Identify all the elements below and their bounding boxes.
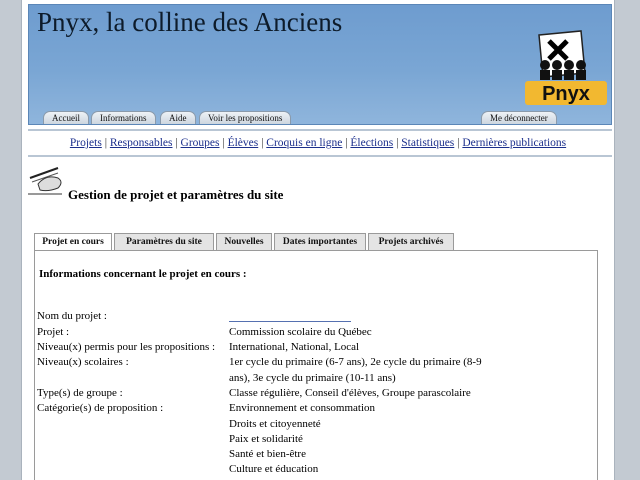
- tab-me-deconnecter[interactable]: Me déconnecter: [481, 111, 557, 124]
- field-value-niveaux-scolaires-cont: ans), 3e cycle du primaire (10-11 ans): [229, 372, 396, 384]
- nav-elections[interactable]: Élections: [350, 137, 393, 149]
- logo-text: Pnyx: [542, 83, 590, 105]
- site-title: Pnyx, la colline des Anciens: [37, 7, 343, 37]
- category-item: Droits et citoyenneté: [229, 418, 321, 430]
- category-item: Environnement et consommation: [229, 402, 376, 414]
- header-tabs: Accueil Informations Aide Voir les propo…: [29, 110, 611, 124]
- section-heading: Informations concernant le projet en cou…: [39, 268, 247, 280]
- category-item: Paix et solidarité: [229, 433, 303, 445]
- field-value-types-groupe: Classe régulière, Conseil d'élèves, Grou…: [229, 387, 471, 399]
- divider: [28, 129, 612, 131]
- nav-statistiques[interactable]: Statistiques: [401, 137, 454, 149]
- right-margin: [614, 0, 640, 480]
- field-value-projet: Commission scolaire du Québec: [229, 326, 372, 338]
- field-label-niveaux-scolaires: Niveau(x) scolaires :: [37, 356, 129, 368]
- field-value-niveaux-scolaires: 1er cycle du primaire (6-7 ans), 2e cycl…: [229, 356, 482, 368]
- field-label-types-groupe: Type(s) de groupe :: [37, 387, 123, 399]
- project-panel: Informations concernant le projet en cou…: [34, 250, 598, 480]
- nav-groupes[interactable]: Groupes: [181, 137, 220, 149]
- field-value-niveaux-permis: International, National, Local: [229, 341, 360, 353]
- field-label-categories: Catégorie(s) de proposition :: [37, 402, 164, 414]
- tab-projets-archives[interactable]: Projets archivés: [368, 233, 454, 251]
- page-title: Gestion de projet et paramètres du site: [68, 187, 284, 202]
- site-header: Pnyx, la colline des Anciens Pnyx Accuei…: [28, 4, 612, 125]
- tab-dates-importantes[interactable]: Dates importantes: [274, 233, 366, 251]
- project-name-link[interactable]: [229, 321, 351, 322]
- tab-accueil[interactable]: Accueil: [43, 111, 89, 124]
- tab-informations[interactable]: Informations: [91, 111, 156, 124]
- tab-parametres-site[interactable]: Paramètres du site: [114, 233, 214, 251]
- field-label-projet: Projet :: [37, 326, 70, 338]
- nav-eleves[interactable]: Élèves: [228, 137, 259, 149]
- pnyx-logo[interactable]: Pnyx: [525, 29, 607, 107]
- tab-aide[interactable]: Aide: [160, 111, 196, 124]
- nav-croquis[interactable]: Croquis en ligne: [266, 137, 342, 149]
- nav-responsables[interactable]: Responsables: [110, 137, 173, 149]
- page-header: Gestion de projet et paramètres du site: [28, 164, 328, 204]
- category-item: Culture et éducation: [229, 463, 319, 475]
- category-item: Santé et bien-être: [229, 448, 306, 460]
- pencil-hand-icon: [28, 167, 62, 195]
- field-label-niveaux-permis: Niveau(x) permis pour les propositions :: [37, 341, 216, 353]
- field-label-nom: Nom du projet :: [37, 310, 107, 322]
- tab-nouvelles[interactable]: Nouvelles: [216, 233, 272, 251]
- tab-voir-propositions[interactable]: Voir les propositions: [199, 111, 292, 124]
- main-nav: Projets | Responsables | Groupes | Élève…: [69, 137, 567, 149]
- divider: [28, 155, 612, 157]
- left-margin: [0, 0, 22, 480]
- nav-projets[interactable]: Projets: [70, 137, 102, 149]
- nav-dernieres-publications[interactable]: Dernières publications: [462, 137, 566, 149]
- page: Pnyx, la colline des Anciens Pnyx Accuei…: [22, 0, 614, 480]
